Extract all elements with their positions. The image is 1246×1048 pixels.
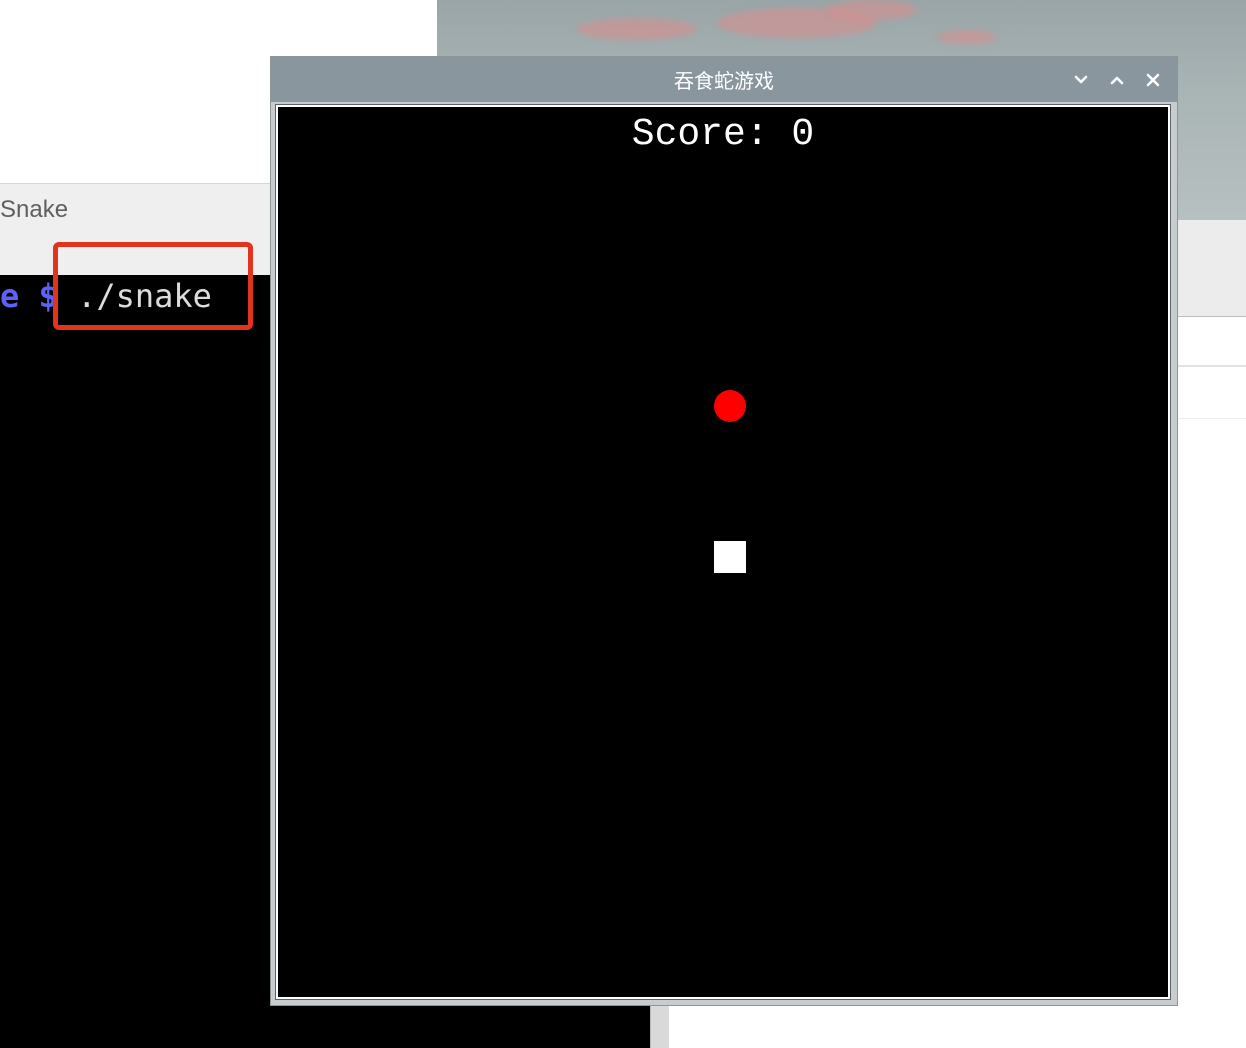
terminal-title: Snake [0,196,69,223]
close-icon [1146,73,1160,87]
score-display: Score: 0 [278,113,1168,156]
minimize-button[interactable] [1068,67,1094,93]
chevron-up-icon [1110,76,1124,85]
game-window-title: 吞食蛇游戏 [674,69,774,93]
chevron-down-icon [1074,75,1088,84]
game-titlebar[interactable]: 吞食蛇游戏 [271,57,1177,102]
command-highlight-box [53,242,253,330]
snake-game-window: 吞食蛇游戏 Score: 0 [271,57,1177,1005]
terminal-prompt: e $ [0,277,58,315]
snake-head [714,541,746,573]
score-label: Score: [631,113,769,156]
close-button[interactable] [1140,67,1166,93]
food-dot [714,390,746,422]
game-canvas[interactable]: Score: 0 [275,104,1171,1000]
score-value: 0 [791,113,815,156]
background-window [1176,220,1246,1048]
maximize-button[interactable] [1104,67,1130,93]
